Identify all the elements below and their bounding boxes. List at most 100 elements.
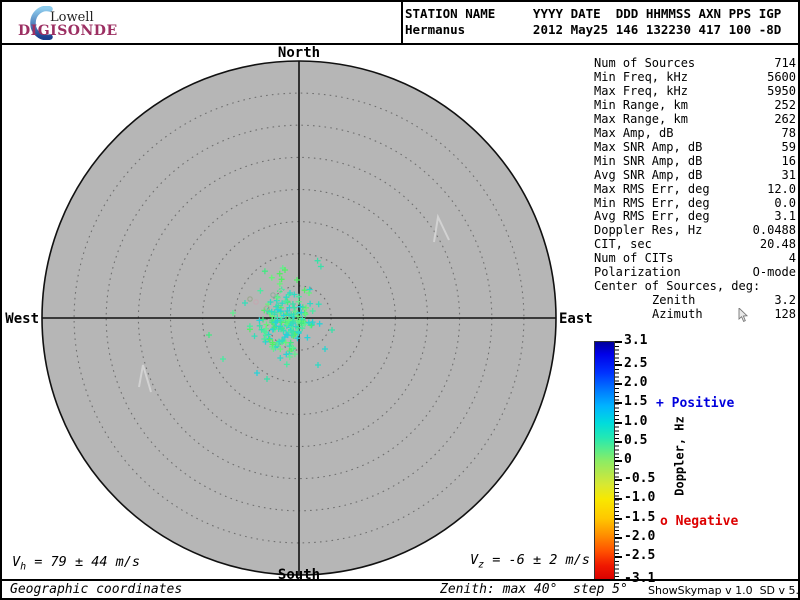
legend-positive: + Positive xyxy=(656,396,735,411)
colorbar-major-tick xyxy=(615,498,622,501)
colorbar-tick-label: -1.5 xyxy=(624,509,656,525)
stats-row: Num of CITs 4 xyxy=(594,251,796,266)
mouse-cursor xyxy=(738,308,749,323)
stat-value: 4 xyxy=(788,251,796,266)
stats-row: Max Range, km 262 xyxy=(594,111,796,127)
colorbar-tick-label: -0.5 xyxy=(624,471,656,487)
colorbar-major-tick xyxy=(615,402,622,405)
colorbar-tick-label: -2.5 xyxy=(624,547,656,563)
stat-label: Avg SNR Amp, dB xyxy=(594,167,703,182)
compass-north-label: North xyxy=(278,45,320,61)
stat-label: Min Range, km xyxy=(594,97,688,112)
stats-row: Polarization O-mode xyxy=(594,265,796,280)
colorbar-tick-label: 3.1 xyxy=(624,333,648,348)
colorbar-tick-label: -1.0 xyxy=(624,490,656,506)
stats-row: Zenith 3.2 xyxy=(594,293,796,308)
colorbar-tick-label: 1.0 xyxy=(624,413,648,429)
footer-bar: Geographic coordinates Zenith: max 40° s… xyxy=(2,579,800,598)
stat-label: Num of Sources xyxy=(594,56,696,70)
stat-label: Zenith xyxy=(652,293,696,308)
stat-label: Avg RMS Err, deg xyxy=(594,209,710,224)
stats-row: Max Freq, kHz 5950 xyxy=(594,83,796,99)
colorbar-axis-title: Doppler, Hz xyxy=(672,416,687,496)
stat-label: Max RMS Err, deg xyxy=(594,181,710,196)
stat-value: 252 xyxy=(774,97,796,112)
stat-value: 20.48 xyxy=(759,237,796,252)
header-divider xyxy=(401,2,403,43)
compass-east-label: East xyxy=(559,311,593,327)
stat-label: Center of Sources, deg: xyxy=(594,279,761,294)
stats-row: Avg SNR Amp, dB 31 xyxy=(594,167,796,183)
colorbar-gradient xyxy=(594,341,615,581)
stat-label: Min SNR Amp, dB xyxy=(594,153,703,168)
measurement-stats-panel: Num of Sources 714 Min Freq, kHz 5600 Max Fr… xyxy=(594,56,796,322)
lowell-digisonde-logo: Lowell DIGISONDE xyxy=(16,4,136,42)
stat-value: 5950 xyxy=(767,83,796,98)
stat-value: 16 xyxy=(781,153,796,168)
stat-value: 3.1 xyxy=(774,209,796,224)
stat-label: Min RMS Err, deg xyxy=(594,195,710,210)
colorbar-major-tick xyxy=(615,536,622,539)
colorbar-tick-label: 2.5 xyxy=(624,356,648,372)
version-label: ShowSkymap v 1.0 SD v 5.1 xyxy=(648,584,800,597)
stat-label: Min Freq, kHz xyxy=(594,69,688,84)
stat-label: Max Amp, dB xyxy=(594,125,674,140)
station-info: STATION NAME YYYY DATE DDD HHMMSS AXN PP… xyxy=(405,6,781,38)
stat-label: Doppler Res, Hz xyxy=(594,223,703,238)
colorbar-tick-label: -2.0 xyxy=(624,528,656,544)
stat-value: 31 xyxy=(781,167,796,182)
stats-row: Max SNR Amp, dB 59 xyxy=(594,139,796,155)
stat-value: 59 xyxy=(781,139,796,154)
skymap-plot: North South West East xyxy=(5,45,593,583)
stat-value: 262 xyxy=(774,111,796,126)
stats-row: Avg RMS Err, deg 3.1 xyxy=(594,210,796,224)
stat-value: 0.0488 xyxy=(752,223,796,238)
stat-value: 714 xyxy=(774,56,796,70)
stat-label: CIT, sec xyxy=(594,237,652,252)
legend-negative: o Negative xyxy=(660,514,739,529)
station-values-row: Hermanus 2012 May25 146 132230 417 100 -… xyxy=(405,22,782,37)
stat-label: Polarization xyxy=(594,265,681,280)
zenith-scale-label: Zenith: max 40° step 5° xyxy=(440,582,628,597)
coordinate-system-label: Geographic coordinates xyxy=(10,582,183,597)
stat-label: Azimuth xyxy=(652,307,703,322)
colorbar-major-tick xyxy=(615,479,622,482)
logo-digisonde-text: DIGISONDE xyxy=(18,23,118,39)
colorbar-major-tick xyxy=(615,460,622,462)
stat-label: Num of CITs xyxy=(594,251,674,266)
stats-row: Doppler Res, Hz 0.0488 xyxy=(594,223,796,238)
plus-marker-icon: + xyxy=(656,396,664,411)
colorbar-major-tick xyxy=(615,555,622,558)
doppler-colorbar: 3.1 2.5 2.0 1.5 1.0 0.5 0 -0.5 -1.0 -1.5 -2.0 -2.5-… xyxy=(594,334,798,591)
showskymap-window: Lowell DIGISONDE STATION NAME YYYY DATE … xyxy=(0,0,800,600)
colorbar-major-tick xyxy=(615,421,622,424)
stats-row: Max Amp, dB 78 xyxy=(594,125,796,141)
stat-label: Max Range, km xyxy=(594,111,688,126)
colorbar-major-tick xyxy=(615,517,622,520)
circle-marker-icon: o xyxy=(660,514,668,529)
stats-row: Num of Sources 714 xyxy=(594,56,796,71)
vertical-velocity-readout: Vz = -6 ± 2 m/s xyxy=(470,552,590,571)
station-header-row: STATION NAME YYYY DATE DDD HHMMSS AXN PP… xyxy=(405,6,782,21)
compass-west-label: West xyxy=(5,311,39,327)
colorbar-tick-label: 2.0 xyxy=(624,375,648,391)
colorbar-major-tick xyxy=(615,341,622,343)
stat-value: 5600 xyxy=(767,69,796,84)
horizontal-velocity-readout: Vh = 79 ± 44 m/s xyxy=(12,554,140,573)
stats-row: Min Range, km 252 xyxy=(594,97,796,113)
header-bar: Lowell DIGISONDE STATION NAME YYYY DATE … xyxy=(2,2,798,45)
stat-value: 0.0 xyxy=(774,195,796,210)
stats-row: Center of Sources, deg: xyxy=(594,279,796,294)
stats-row: Max RMS Err, deg 12.0 xyxy=(594,181,796,197)
stat-value: 12.0 xyxy=(767,181,796,196)
colorbar-major-tick xyxy=(615,440,622,443)
stats-row: CIT, sec 20.48 xyxy=(594,237,796,252)
stat-label: Max Freq, kHz xyxy=(594,83,688,98)
colorbar-major-tick xyxy=(615,383,622,386)
stat-value: 78 xyxy=(781,125,796,140)
stats-row: Min Freq, kHz 5600 xyxy=(594,69,796,85)
stat-label: Max SNR Amp, dB xyxy=(594,139,703,154)
stats-row: Min RMS Err, deg 0.0 xyxy=(594,195,796,211)
colorbar-tick-label: 0.5 xyxy=(624,432,648,448)
stat-value: 3.2 xyxy=(774,293,796,308)
